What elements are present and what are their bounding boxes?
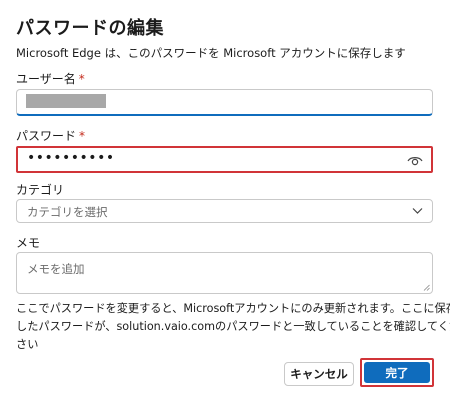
- done-button[interactable]: 完了: [364, 362, 430, 383]
- dialog-subtitle: Microsoft Edge は、このパスワードを Microsoft アカウン…: [16, 46, 406, 60]
- edit-password-dialog: パスワードの編集 Microsoft Edge は、このパスワードを Micro…: [0, 0, 450, 400]
- username-label: ユーザー名 *: [16, 70, 85, 87]
- dialog-title: パスワードの編集: [16, 18, 164, 39]
- resize-grip-icon[interactable]: [423, 284, 430, 291]
- memo-textarea[interactable]: メモを追加: [16, 252, 433, 294]
- eye-icon[interactable]: [407, 153, 423, 167]
- category-placeholder: カテゴリを選択: [27, 205, 108, 219]
- cancel-button[interactable]: キャンセル: [284, 362, 354, 386]
- category-select[interactable]: カテゴリを選択: [16, 199, 433, 223]
- sync-note-line: したパスワードが、solution.vaio.comのパスワードと一致しているこ…: [16, 320, 450, 333]
- password-input[interactable]: ••••••••••: [16, 146, 433, 173]
- sync-note-line: さい: [16, 338, 39, 351]
- password-required-mark: *: [79, 129, 86, 143]
- username-required-mark: *: [78, 72, 85, 86]
- password-value: ••••••••••: [27, 150, 115, 166]
- password-label-text: パスワード: [16, 129, 77, 143]
- masked-username-value: [26, 94, 106, 108]
- username-input[interactable]: [16, 89, 433, 116]
- sync-note: ここでパスワードを変更すると、Microsoftアカウントにのみ更新されます。こ…: [16, 300, 450, 354]
- sync-note-line: ここでパスワードを変更すると、Microsoftアカウントにのみ更新されます。こ…: [16, 302, 450, 315]
- chevron-down-icon: [412, 208, 423, 214]
- memo-label: メモ: [16, 236, 41, 250]
- memo-placeholder: メモを追加: [27, 262, 85, 276]
- password-label: パスワード *: [16, 127, 85, 144]
- username-label-text: ユーザー名: [16, 72, 76, 86]
- done-button-highlight: 完了: [360, 358, 434, 387]
- category-label: カテゴリ: [16, 183, 65, 197]
